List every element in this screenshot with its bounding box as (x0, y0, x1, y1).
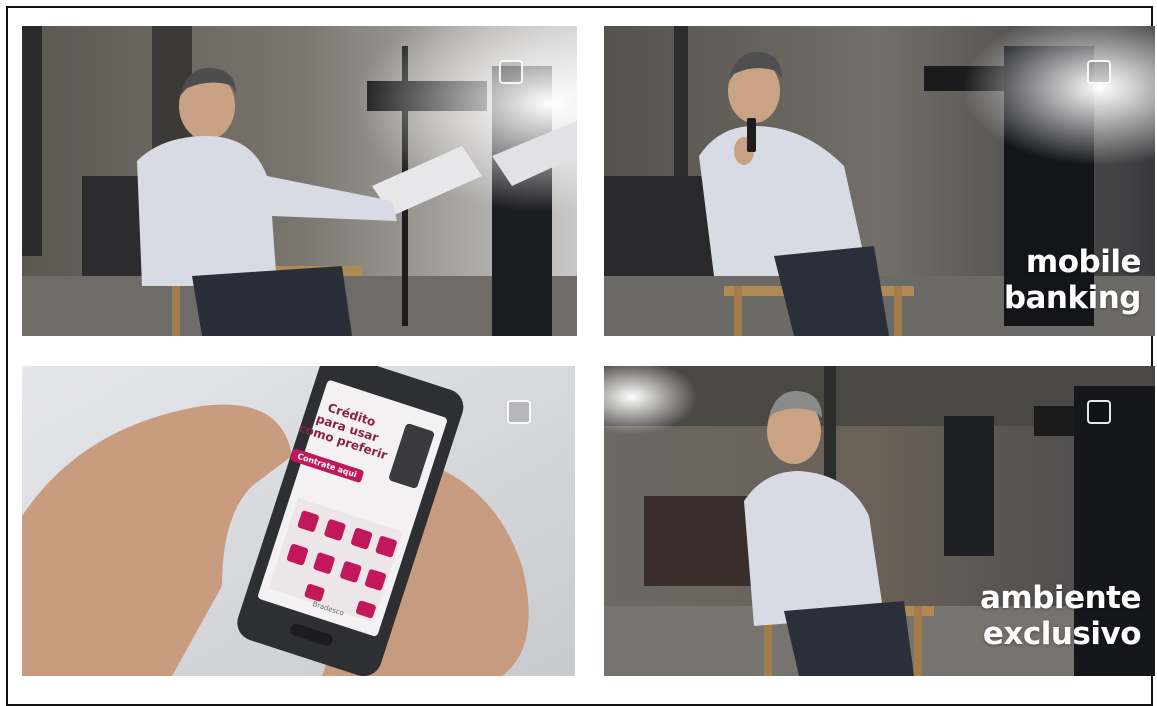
caption-mobile-banking: mobile banking (1003, 244, 1142, 316)
bank-logo-icon (1087, 60, 1111, 84)
bank-logo-icon (1087, 400, 1111, 424)
scene-phone-app-art (22, 366, 575, 676)
bank-logo-icon (507, 400, 531, 424)
caption-line: exclusivo (982, 616, 1142, 652)
scene-phone-app: Crédito para usar como preferir Contrate… (22, 366, 575, 676)
caption-line: ambiente (980, 580, 1141, 616)
bank-logo-icon (499, 60, 523, 84)
caption-ambiente-exclusivo: ambiente exclusivo (980, 580, 1141, 652)
scene-mobile-banking: mobile banking (604, 26, 1155, 336)
scene-exclusive-environment: ambiente exclusivo (604, 366, 1155, 676)
scene-presenter-papers (22, 26, 577, 336)
caption-line: mobile (1025, 244, 1142, 280)
caption-line: banking (1003, 280, 1142, 316)
scene-presenter-papers-art (22, 26, 577, 336)
